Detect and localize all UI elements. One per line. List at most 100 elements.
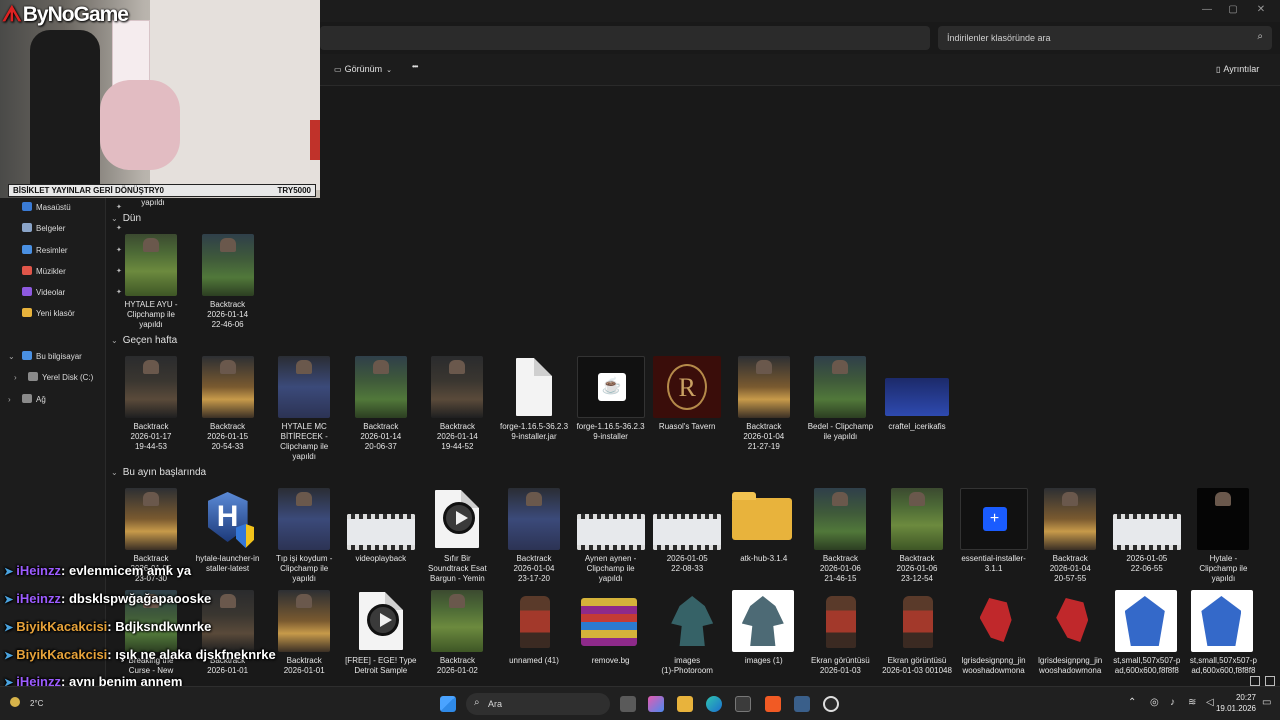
sidebar-item-1[interactable]: Belgeler ✦ (22, 221, 122, 237)
file-item[interactable]: ☕ forge-1.16.5-36.2.3 9-installer (573, 356, 649, 468)
file-item[interactable]: Backtrack 2026-01-05 23-07-30 (113, 488, 189, 600)
file-item[interactable]: Bedel - Clipchamp ile yapıldı (802, 356, 878, 468)
group-header[interactable]: ⌄ Bu ayın başlarında (111, 467, 206, 478)
sidebar-item-3[interactable]: Müzikler ✦ (22, 264, 122, 280)
video-thumbnail (508, 488, 560, 550)
search-input[interactable]: İndirilenler klasöründe ara ⌕ (938, 26, 1272, 50)
file-item[interactable]: Ekran görüntüsü 2026-01-03 001048 (879, 590, 955, 686)
microphone-icon[interactable]: ♪ (1170, 697, 1175, 708)
file-item[interactable]: videoplayback (343, 488, 419, 600)
file-item[interactable]: Backtrack 2026-01-15 20-54-33 (190, 356, 266, 468)
notification-icon[interactable]: ▭ (1262, 697, 1271, 708)
wifi-icon[interactable]: ≋ (1188, 697, 1196, 708)
file-item[interactable]: images (1)-Photoroom (649, 590, 725, 686)
file-name: Backtrack 2026-01-14 19-44-52 (436, 422, 478, 451)
chevron-icon[interactable]: ⌄ (8, 349, 15, 365)
file-item[interactable]: [FREE] - EGE! Type Detroit Sample (343, 590, 419, 686)
edge-icon[interactable] (706, 696, 722, 712)
chat-text: Bdjksndkwnrke (115, 619, 212, 634)
taskbar-search[interactable]: ⌕ Ara (466, 693, 610, 715)
task-view-icon[interactable] (620, 696, 636, 712)
file-item[interactable]: lgrisdesignpng_jin wooshadowmona (1032, 590, 1108, 686)
chevron-up-icon[interactable]: ⌃ (1128, 697, 1136, 708)
start-button[interactable] (440, 696, 456, 712)
file-item[interactable]: Backtrack 2026-01-04 21-27-19 (726, 356, 802, 468)
group-header[interactable]: ⌄ Geçen hafta (111, 335, 177, 346)
file-item[interactable]: Backtrack 2026-01-14 19-44-52 (419, 356, 495, 468)
file-item[interactable]: forge-1.16.5-36.2.3 9-installer.jar (496, 356, 572, 468)
file-item[interactable]: Backtrack 2026-01-02 (419, 590, 495, 686)
file-item[interactable]: Aynen aynen - Clipchamp ile yapıldı (573, 488, 649, 600)
sidebar-tree-item-1[interactable]: › Yerel Disk (C:) (14, 370, 93, 386)
file-item[interactable]: Backtrack 2026-01-04 20-57-55 (1032, 488, 1108, 600)
file-item[interactable]: HYTALE MC BİTİRECEK - Clipchamp ile yapı… (266, 356, 342, 468)
file-item[interactable]: lgrisdesignpng_jin wooshadowmona (956, 590, 1032, 686)
file-item[interactable]: + essential-installer- 3.1.1 (956, 488, 1032, 600)
close-button[interactable]: ✕ (1248, 2, 1274, 18)
file-item[interactable]: remove.bg (573, 590, 649, 686)
file-name: Backtrack 2026-01-06 21-46-15 (819, 554, 861, 583)
file-item[interactable]: Backtrack 2026-01-06 23-12-54 (879, 488, 955, 600)
file-item[interactable]: 2026-01-05 22-06-55 (1109, 488, 1185, 600)
app-icon[interactable] (794, 696, 810, 712)
scroll-button[interactable] (1250, 676, 1260, 686)
video-thumbnail (278, 356, 331, 418)
maximize-button[interactable]: ▢ (1220, 2, 1246, 18)
file-name: craftel_icerikafis (888, 422, 946, 431)
video-thumbnail (576, 514, 645, 550)
taskbar-search-label: Ara (488, 699, 503, 709)
group-header[interactable]: ⌄ Dün (111, 213, 141, 224)
file-item[interactable]: Backtrack 2026-01-14 20-06-37 (343, 356, 419, 468)
file-explorer-icon[interactable] (677, 696, 693, 712)
file-item[interactable]: st,small,507x507-p ad,600x600,f8f8f8 (1109, 590, 1185, 686)
more-options-button[interactable]: ••• (412, 62, 418, 71)
clock[interactable]: 20:27 19.01.2026 (1212, 692, 1256, 714)
obs-icon[interactable] (823, 696, 839, 712)
chat-username: iHeinzz (16, 563, 62, 578)
brave-icon[interactable] (765, 696, 781, 712)
sidebar-item-label: Resimler (36, 246, 68, 255)
file-item[interactable]: Ekran görüntüsü 2026-01-03 (802, 590, 878, 686)
minimize-button[interactable]: — (1194, 2, 1220, 18)
scroll-button[interactable] (1265, 676, 1275, 686)
file-item[interactable]: st,small,507x507-p ad,600x600,f8f8f8 (1185, 590, 1261, 686)
file-item[interactable]: HYTALE AYU - Clipchamp ile yapıldı (113, 234, 189, 346)
copilot-icon[interactable] (648, 696, 664, 712)
sidebar-item-2[interactable]: Resimler ✦ (22, 243, 122, 259)
sidebar-tree-item-0[interactable]: ⌄ Bu bilgisayar (8, 349, 82, 365)
sidebar-item-5[interactable]: Yeni klasör (22, 306, 75, 322)
file-item[interactable]: unnamed (41) (496, 590, 572, 686)
file-item[interactable]: images (1) (726, 590, 802, 686)
logo-mark-icon: ᗑ (2, 3, 22, 26)
file-item[interactable]: craftel_icerikafis (879, 356, 955, 468)
file-item[interactable]: Backtrack 2026-01-14 22-46-06 (190, 234, 266, 346)
java-icon: ☕ (576, 356, 645, 418)
file-item[interactable]: R Ruasol's Tavern (649, 356, 725, 468)
address-bar[interactable] (320, 26, 930, 50)
file-name: essential-installer- 3.1.1 (961, 554, 1026, 573)
file-item[interactable]: Tıp işi koydum - Clipchamp ile yapıldı (266, 488, 342, 600)
file-item[interactable]: atk-hub-3.1.4 (726, 488, 802, 600)
file-item[interactable]: 2026-01-05 22-08-33 (649, 488, 725, 600)
store-icon[interactable] (735, 696, 751, 712)
chevron-icon[interactable]: › (8, 392, 11, 408)
sidebar-item-0[interactable]: Masaüstü ✦ (22, 200, 122, 216)
file-name: Hytale - Clipchamp ile yapıldı (1199, 554, 1248, 583)
file-name: forge-1.16.5-36.2.3 9-installer (576, 422, 645, 441)
weather-widget[interactable]: 2°C (6, 691, 66, 717)
samurai-image (891, 590, 943, 652)
file-item[interactable]: Hhytale-launcher-in staller-latest (190, 488, 266, 600)
file-item[interactable]: Backtrack 2026-01-04 23-17-20 (496, 488, 572, 600)
file-name: 2026-01-05 22-08-33 (666, 554, 708, 573)
sidebar-item-4[interactable]: Videolar ✦ (22, 285, 122, 301)
file-item[interactable]: Backtrack 2026-01-17 19-44-53 (113, 356, 189, 468)
file-item[interactable]: Sıfır Bir Soundtrack Esat Bargun - Yemin (419, 488, 495, 600)
sidebar-tree-item-2[interactable]: › Ağ (8, 392, 46, 408)
chevron-icon[interactable]: › (14, 370, 17, 386)
file-item[interactable]: Backtrack 2026-01-06 21-46-15 (802, 488, 878, 600)
file-item[interactable]: Hytale - Clipchamp ile yapıldı (1185, 488, 1261, 600)
network-icon[interactable]: ◎ (1150, 697, 1159, 708)
details-button[interactable]: ▯ Ayrıntılar (1216, 64, 1259, 74)
logo-text: ByNoGame (22, 3, 129, 26)
view-button[interactable]: ▭ Görünüm ⌄ (334, 64, 392, 74)
